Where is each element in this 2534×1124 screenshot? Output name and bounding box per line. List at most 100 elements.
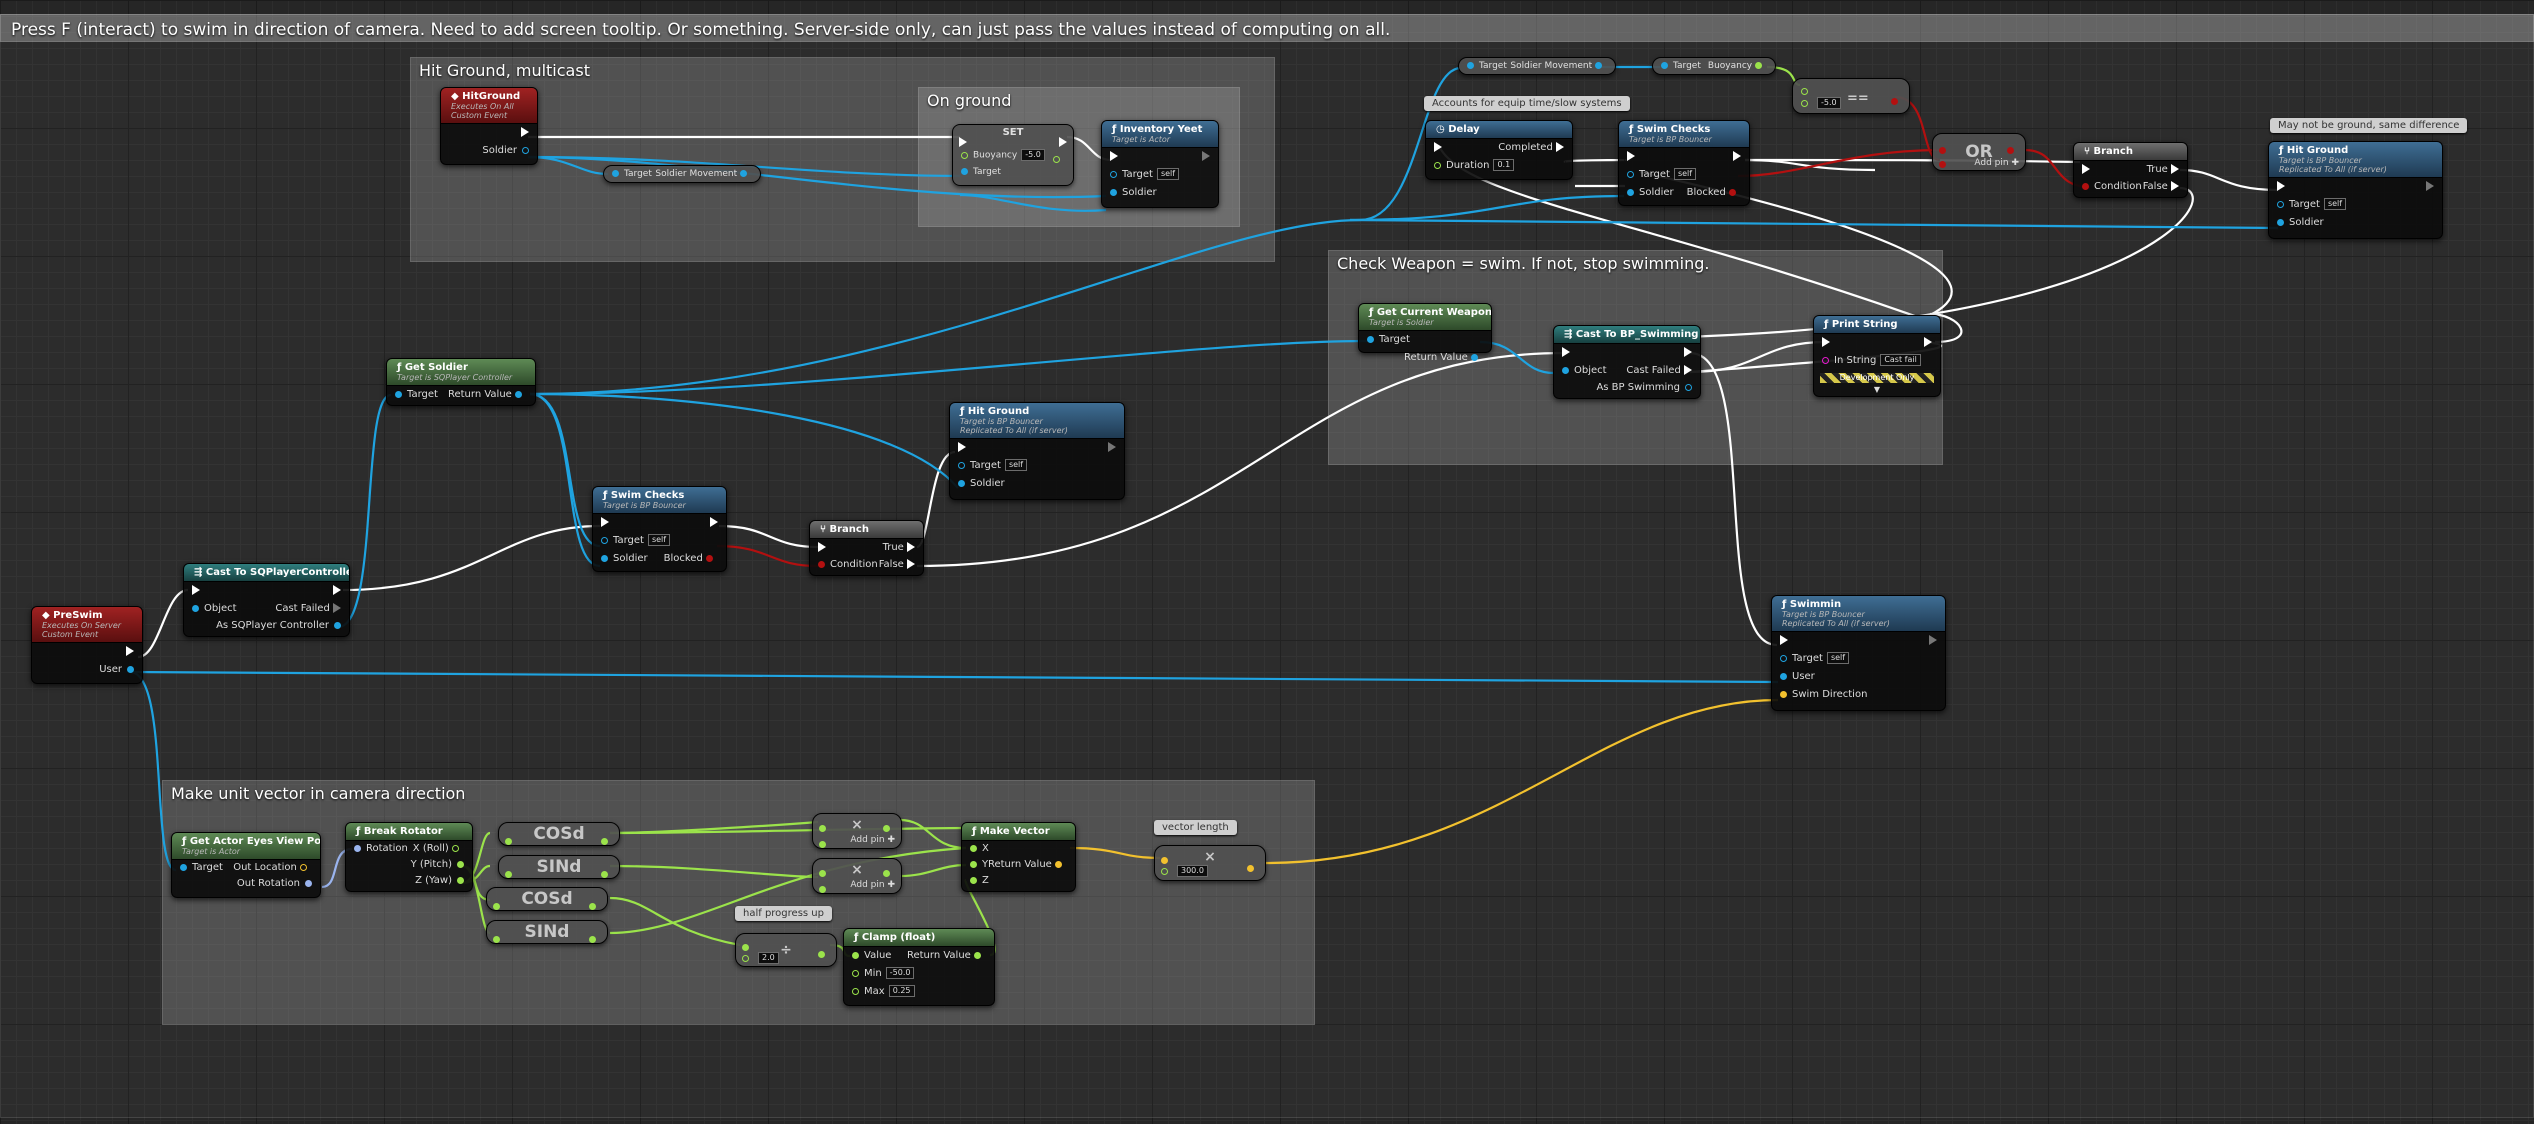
pin-row[interactable]: Rotation X (Roll) — [346, 841, 472, 857]
float-out-pin[interactable] — [601, 864, 613, 883]
soldier-pin-row[interactable]: Soldier — [1619, 184, 1749, 202]
exec-pin-icon[interactable] — [521, 127, 529, 137]
object-pin-icon[interactable] — [1110, 170, 1117, 178]
pin-row[interactable]: Min -50.0 — [844, 965, 994, 983]
object-pin-icon[interactable] — [958, 461, 965, 469]
object-pin-icon[interactable] — [1467, 62, 1474, 69]
bool-in-pin-2[interactable] — [1939, 154, 1951, 173]
vector-pin-icon[interactable] — [300, 863, 307, 871]
comment-bubble-equip[interactable]: Accounts for equip time/slow systems — [1424, 96, 1630, 111]
exec-pin-icon[interactable] — [1733, 151, 1741, 161]
bool-out-pin[interactable] — [2007, 140, 2019, 159]
object-pin-icon[interactable] — [601, 536, 608, 544]
object-pin-icon[interactable] — [740, 170, 747, 177]
get-actor-eyes-node[interactable]: ƒ Get Actor Eyes View PointTarget is Act… — [171, 832, 321, 898]
chevron-down-icon[interactable]: ▼ — [1814, 386, 1940, 394]
float-in-pin[interactable]: 300.0 — [1161, 865, 1208, 877]
float-in-pin-2[interactable]: -5.0 — [1801, 97, 1841, 109]
object-pin-icon[interactable] — [334, 621, 341, 629]
pin-row[interactable]: Out Rotation — [172, 876, 320, 892]
exec-row[interactable]: True — [810, 539, 923, 557]
exec-pin-icon[interactable] — [192, 585, 200, 595]
target-pin-row[interactable]: Target self — [1102, 166, 1218, 184]
float-out-pin[interactable] — [601, 831, 613, 850]
exec-out-pin[interactable] — [1059, 131, 1067, 150]
exec-pin-icon[interactable] — [126, 646, 134, 656]
buoyancy-get-node[interactable]: Target Buoyancy — [1652, 57, 1776, 75]
exec-row[interactable] — [2269, 178, 2442, 196]
cast-bp-swimming-node[interactable]: ⇶ Cast To BP_Swimming Object Cast Failed … — [1553, 325, 1701, 399]
object-pin-icon[interactable] — [192, 604, 199, 612]
sind-node-2[interactable]: SINd — [486, 920, 608, 944]
float-pin-icon[interactable] — [974, 951, 981, 959]
exec-row[interactable] — [1102, 148, 1218, 166]
length-value-field[interactable]: 300.0 — [1177, 865, 1208, 877]
float-in-pin[interactable] — [493, 896, 505, 915]
exec-row[interactable]: Completed — [1426, 139, 1572, 157]
buoyancy-pin-row[interactable]: Buoyancy -5.0 — [961, 149, 1045, 161]
clamp-float-node[interactable]: ƒ Clamp (float) Value Return Value Min -50… — [843, 928, 995, 1006]
pin-row[interactable]: Y (Pitch) — [346, 857, 472, 873]
user-pin-row[interactable]: User — [1772, 668, 1945, 686]
float-in-pin-2[interactable]: 2.0 — [742, 952, 779, 964]
exec-out-row[interactable] — [441, 124, 537, 142]
condition-row[interactable]: Condition False — [2074, 179, 2187, 195]
exec-pin-icon[interactable] — [818, 542, 826, 552]
in-string-row[interactable]: In String Cast fail — [1814, 352, 1940, 370]
vector-multiply-node[interactable]: × 300.0 — [1154, 845, 1266, 881]
float-pin-icon[interactable] — [961, 151, 968, 159]
equals-value-field[interactable]: -5.0 — [1817, 97, 1841, 109]
swim-checks-node-top[interactable]: ƒ Swim Checks Target is BP Bouncer Target… — [1618, 120, 1750, 206]
pin-row[interactable]: Z — [962, 873, 1075, 889]
inventory-yeet-node[interactable]: ƒ Inventory Yeet Target is Actor Target s… — [1101, 120, 1219, 208]
object-pin-icon[interactable] — [2277, 218, 2284, 226]
exec-pin-icon[interactable] — [1110, 151, 1118, 161]
float-out-pin[interactable] — [589, 929, 601, 948]
exec-pin-icon[interactable] — [2082, 164, 2090, 174]
swimmin-node[interactable]: ƒ Swimmin Target is BP Bouncer Replicated … — [1771, 595, 1946, 711]
soldier-pin-row[interactable]: Soldier — [441, 142, 537, 160]
float-pin-icon[interactable] — [457, 876, 464, 884]
min-value-field[interactable]: -50.0 — [885, 967, 915, 979]
exec-pin-icon[interactable] — [2426, 181, 2434, 191]
bool-out-pin[interactable] — [1891, 91, 1903, 110]
target-pin-row[interactable]: Target self — [2269, 196, 2442, 214]
duration-value-field[interactable]: 0.1 — [1493, 159, 1515, 171]
comment-bubble-not-ground[interactable]: May not be ground, same difference — [2270, 118, 2468, 133]
target-value-field[interactable]: self — [2323, 198, 2347, 210]
float-pin-icon[interactable] — [452, 844, 459, 852]
exec-row[interactable] — [1772, 632, 1945, 650]
cosd-node-1[interactable]: COSd — [498, 822, 620, 846]
pin-row[interactable]: Soldier Movement — [655, 169, 752, 179]
target-pin-row[interactable]: Target self — [1772, 650, 1945, 668]
object-pin-icon[interactable] — [1595, 62, 1602, 69]
float-pin-icon[interactable] — [1755, 62, 1762, 69]
or-node[interactable]: OR Add pin ✚ — [1932, 133, 2026, 171]
float-in-pin[interactable] — [505, 864, 517, 883]
set-node[interactable]: SET Buoyancy -5.0 Target — [952, 124, 1074, 186]
float-pin-icon[interactable] — [970, 844, 977, 852]
pin-row[interactable]: Max 0.25 — [844, 983, 994, 1001]
divide-node[interactable]: ÷ 2.0 — [735, 933, 837, 967]
object-pin-icon[interactable] — [1627, 188, 1634, 196]
object-pin-icon[interactable] — [958, 479, 965, 487]
exec-pin-icon[interactable] — [907, 542, 915, 552]
exec-pin-icon[interactable] — [1627, 151, 1635, 161]
object-pin-icon[interactable] — [1562, 366, 1569, 374]
exec-row[interactable] — [1814, 334, 1940, 352]
vector-pin-icon[interactable] — [1780, 690, 1787, 698]
exec-pin-icon[interactable] — [1684, 365, 1692, 375]
exec-pin-icon[interactable] — [333, 585, 341, 595]
object-pin-icon[interactable] — [612, 170, 619, 177]
exec-pin-icon[interactable] — [710, 517, 718, 527]
float-in-pin-2[interactable] — [819, 834, 831, 853]
get-soldier-node[interactable]: ƒ Get Soldier Target is SQPlayer Controll… — [386, 358, 536, 406]
pin-row[interactable]: Target Out Location — [172, 860, 320, 876]
exec-pin-icon[interactable] — [1434, 142, 1442, 152]
as-pin-row[interactable]: As SQPlayer Controller — [184, 618, 349, 634]
comment-bubble-vector-length[interactable]: vector length — [1154, 820, 1237, 835]
pin-row[interactable]: Soldier Movement — [1510, 61, 1607, 71]
object-pin-icon[interactable] — [180, 863, 187, 871]
exec-pin-icon[interactable] — [1562, 347, 1570, 357]
exec-pin-icon[interactable] — [601, 517, 609, 527]
